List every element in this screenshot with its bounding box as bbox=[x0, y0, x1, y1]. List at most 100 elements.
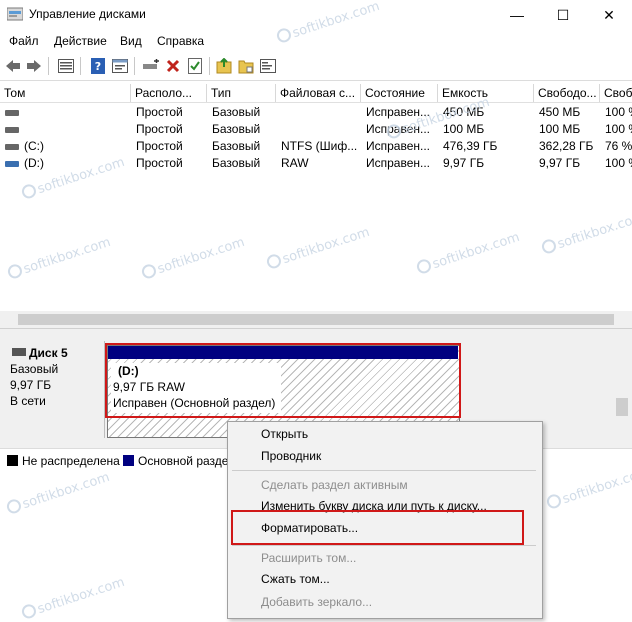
help-icon: ? bbox=[91, 58, 105, 74]
table-row[interactable]: Простой Базовый Исправен... 450 МБ 450 М… bbox=[0, 104, 632, 121]
back-button[interactable] bbox=[3, 56, 23, 76]
open-folder-button[interactable] bbox=[214, 56, 234, 76]
toolbar-separator bbox=[48, 57, 49, 75]
volume-free: 450 МБ bbox=[539, 105, 581, 119]
forward-button[interactable] bbox=[24, 56, 44, 76]
watermark-logo-icon bbox=[540, 237, 558, 256]
column-header-type[interactable]: Тип bbox=[207, 84, 276, 102]
menu-item-shrink[interactable]: Сжать том... bbox=[261, 572, 330, 586]
vertical-scrollbar-thumb[interactable] bbox=[616, 398, 628, 416]
table-row[interactable]: Простой Базовый Исправен... 100 МБ 100 М… bbox=[0, 121, 632, 138]
folder-button[interactable] bbox=[236, 56, 256, 76]
settings-icon bbox=[260, 59, 276, 73]
vertical-scrollbar[interactable] bbox=[614, 336, 632, 448]
volume-layout: Простой bbox=[136, 156, 183, 170]
help-button[interactable]: ? bbox=[88, 56, 108, 76]
maximize-button[interactable]: ☐ bbox=[540, 0, 586, 30]
volume-free: 9,97 ГБ bbox=[539, 156, 581, 170]
menu-action[interactable]: Действие bbox=[54, 34, 107, 48]
volume-capacity: 476,39 ГБ bbox=[443, 139, 498, 153]
menu-view[interactable]: Вид bbox=[120, 34, 142, 48]
disk-management-app-icon bbox=[7, 7, 23, 21]
watermark-logo-icon bbox=[275, 26, 293, 45]
toolbar-separator bbox=[80, 57, 81, 75]
volume-type: Базовый bbox=[212, 139, 261, 153]
check-icon bbox=[188, 58, 202, 74]
menu-item-mark-active[interactable]: Сделать раздел активным bbox=[261, 478, 408, 492]
column-header-status[interactable]: Состояние bbox=[361, 84, 438, 102]
watermark-logo-icon bbox=[20, 182, 38, 201]
horizontal-scrollbar-thumb[interactable] bbox=[18, 314, 614, 325]
disk-kind: Базовый bbox=[10, 362, 59, 376]
minimize-button[interactable]: — bbox=[494, 0, 540, 30]
menu-help[interactable]: Справка bbox=[157, 34, 204, 48]
toolbar-separator bbox=[209, 57, 210, 75]
volume-filesystem: NTFS (Шиф... bbox=[281, 139, 358, 153]
close-button[interactable]: ✕ bbox=[586, 0, 632, 30]
volume-icon bbox=[5, 144, 19, 150]
legend-label-unallocated: Не распределена bbox=[22, 454, 120, 468]
watermark: softikbox.com bbox=[20, 574, 127, 622]
format-highlight-frame bbox=[231, 510, 524, 545]
legend-swatch-primary bbox=[123, 455, 134, 466]
legend-label-primary: Основной разде bbox=[138, 454, 229, 468]
watermark-logo-icon bbox=[265, 252, 283, 271]
watermark-logo-icon bbox=[140, 262, 158, 281]
list-view-button[interactable] bbox=[56, 56, 76, 76]
watermark-logo-icon bbox=[415, 257, 433, 276]
watermark-logo-icon bbox=[385, 122, 403, 141]
disk-state: В сети bbox=[10, 394, 46, 408]
volume-free: 100 МБ bbox=[539, 122, 581, 136]
volume-status: Исправен... bbox=[366, 156, 431, 170]
toolbar-separator bbox=[134, 57, 135, 75]
column-header-volume[interactable]: Том bbox=[0, 84, 131, 102]
menu-separator bbox=[232, 545, 536, 546]
menu-item-explorer[interactable]: Проводник bbox=[261, 449, 321, 463]
menu-item-add-mirror[interactable]: Добавить зеркало... bbox=[261, 595, 372, 609]
watermark: softikbox.com bbox=[265, 224, 372, 272]
watermark-logo-icon bbox=[545, 492, 563, 511]
volume-name: (C:) bbox=[24, 139, 44, 153]
volume-type: Базовый bbox=[212, 122, 261, 136]
volume-icon bbox=[5, 127, 19, 133]
forward-arrow-icon bbox=[27, 60, 41, 72]
volume-layout: Простой bbox=[136, 122, 183, 136]
folder-icon bbox=[238, 60, 254, 74]
connect-disk-button[interactable] bbox=[141, 56, 161, 76]
volume-status: Исправен... bbox=[366, 139, 431, 153]
menu-file[interactable]: Файл bbox=[9, 34, 39, 48]
volume-icon bbox=[5, 161, 19, 167]
settings-button[interactable] bbox=[258, 56, 278, 76]
menu-item-open[interactable]: Открыть bbox=[261, 427, 308, 441]
volume-free-pct: 100 % bbox=[605, 156, 632, 170]
column-header-filesystem[interactable]: Файловая с... bbox=[276, 84, 361, 102]
delete-button[interactable] bbox=[163, 56, 183, 76]
properties-icon bbox=[112, 59, 128, 73]
column-header-free-pct[interactable]: Своб bbox=[600, 84, 632, 102]
window-title: Управление дисками bbox=[29, 7, 146, 21]
watermark-logo-icon bbox=[5, 497, 23, 516]
menu-item-extend[interactable]: Расширить том... bbox=[261, 551, 356, 565]
close-icon: ✕ bbox=[603, 6, 615, 23]
volume-icon bbox=[5, 110, 19, 116]
minimize-icon: — bbox=[510, 7, 524, 23]
column-header-layout[interactable]: Располо... bbox=[131, 84, 207, 102]
properties-button[interactable] bbox=[110, 56, 130, 76]
watermark: softikbox.com bbox=[140, 234, 247, 282]
table-row[interactable]: (C:) Простой Базовый NTFS (Шиф... Исправ… bbox=[0, 138, 632, 155]
legend-swatch-unallocated bbox=[7, 455, 18, 466]
back-arrow-icon bbox=[6, 60, 20, 72]
volume-layout: Простой bbox=[136, 139, 183, 153]
watermark: softikbox.com bbox=[6, 234, 113, 282]
menu-separator bbox=[232, 470, 536, 471]
watermark-logo-icon bbox=[6, 262, 24, 281]
volume-type: Базовый bbox=[212, 105, 261, 119]
maximize-icon: ☐ bbox=[556, 6, 570, 23]
column-header-free[interactable]: Свободо... bbox=[534, 84, 600, 102]
list-view-icon bbox=[58, 59, 74, 73]
volume-free: 362,28 ГБ bbox=[539, 139, 594, 153]
check-button[interactable] bbox=[185, 56, 205, 76]
open-folder-icon bbox=[216, 58, 232, 74]
svg-text:?: ? bbox=[95, 60, 101, 73]
watermark: softikbox.com bbox=[5, 469, 112, 517]
